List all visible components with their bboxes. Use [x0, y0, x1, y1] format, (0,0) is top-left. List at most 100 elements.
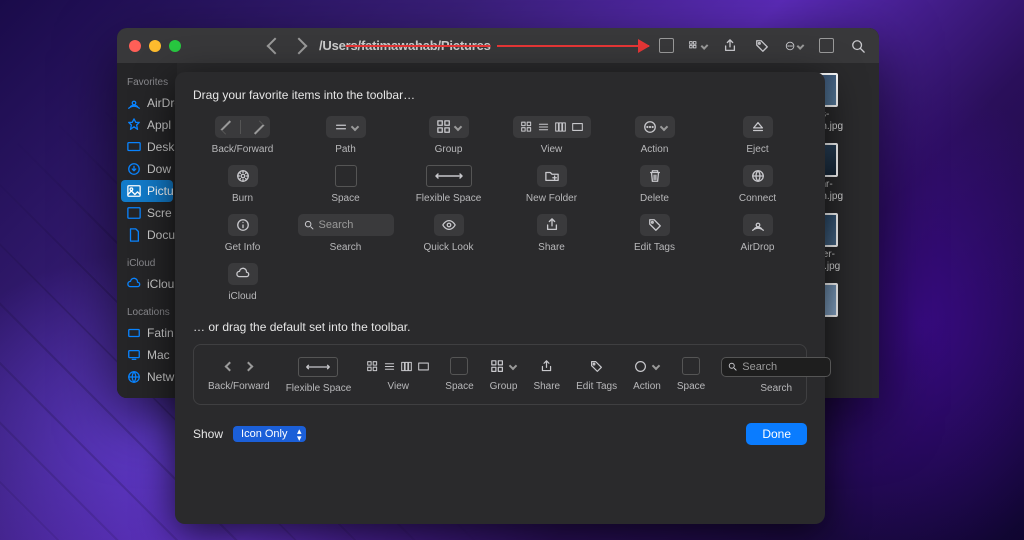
- palette-label: iCloud: [228, 291, 256, 302]
- sidebar: Favorites AirDro Appl Desk Dow Pictu Scr…: [117, 63, 177, 398]
- palette-airdrop[interactable]: AirDrop: [708, 214, 807, 253]
- palette-search[interactable]: Search Search: [296, 214, 395, 253]
- annotation-arrow: [497, 45, 649, 47]
- nav-back-icon[interactable]: [267, 37, 284, 54]
- palette-space[interactable]: Space: [296, 165, 395, 204]
- default-view[interactable]: View: [367, 357, 429, 392]
- palette-path[interactable]: Path: [296, 116, 395, 155]
- default-label: Search: [760, 383, 792, 394]
- default-label: Flexible Space: [286, 383, 352, 394]
- palette-label: Burn: [232, 193, 253, 204]
- sidebar-item-label: AirDro: [147, 96, 177, 110]
- palette-label: Get Info: [225, 242, 261, 253]
- palette-label: Path: [335, 144, 356, 155]
- sidebar-item-network[interactable]: Netw: [117, 366, 177, 388]
- sidebar-item-label: Mac: [147, 348, 170, 362]
- palette-label: Eject: [746, 144, 768, 155]
- show-label: Show: [193, 427, 223, 441]
- path-prefix: /Use: [319, 38, 346, 53]
- sidebar-item-label: Appl: [147, 118, 171, 132]
- palette-group[interactable]: Group: [399, 116, 498, 155]
- zoom-window-button[interactable]: [169, 40, 181, 52]
- default-group[interactable]: Group: [490, 357, 518, 392]
- default-flexible-space[interactable]: Flexible Space: [286, 357, 352, 394]
- default-edit-tags[interactable]: Edit Tags: [576, 357, 617, 392]
- group-icon[interactable]: [689, 37, 707, 55]
- sidebar-item-label: Fatin: [147, 326, 174, 340]
- default-label: Share: [533, 381, 560, 392]
- default-action[interactable]: Action: [633, 357, 661, 392]
- sheet-title: Drag your favorite items into the toolba…: [193, 88, 807, 102]
- palette-eject[interactable]: Eject: [708, 116, 807, 155]
- palette-delete[interactable]: Delete: [605, 165, 704, 204]
- default-label: Space: [677, 381, 705, 392]
- sidebar-item-airdrop[interactable]: AirDro: [117, 92, 177, 114]
- path-display: /Users/fatimawahab/Pictures: [319, 38, 491, 53]
- palette-label: Group: [435, 144, 463, 155]
- palette-burn[interactable]: Burn: [193, 165, 292, 204]
- palette-label: New Folder: [526, 193, 577, 204]
- default-search[interactable]: SearchSearch: [721, 357, 831, 394]
- close-window-button[interactable]: [129, 40, 141, 52]
- sidebar-item-label: Netw: [147, 370, 174, 384]
- palette-back-forward[interactable]: Back/Forward: [193, 116, 292, 155]
- share-icon[interactable]: [721, 37, 739, 55]
- show-select[interactable]: Icon Only ▴▾: [233, 426, 305, 442]
- default-label: Space: [445, 381, 473, 392]
- palette-action[interactable]: Action: [605, 116, 704, 155]
- sidebar-item-applications[interactable]: Appl: [117, 114, 177, 136]
- default-space[interactable]: Space: [445, 357, 473, 392]
- toolbar-slot-icon[interactable]: [657, 37, 675, 55]
- path-struck: rs/fatimawahab/Pictures: [346, 38, 491, 53]
- tags-icon[interactable]: [753, 37, 771, 55]
- done-button[interactable]: Done: [746, 423, 807, 445]
- sidebar-item-label: Pictu: [147, 184, 174, 198]
- sidebar-item-downloads[interactable]: Dow: [117, 158, 177, 180]
- sidebar-item-label: Scre: [147, 206, 172, 220]
- sidebar-item-pictures[interactable]: Pictu: [121, 180, 173, 202]
- default-toolbar-set[interactable]: Back/Forward Flexible Space View Space G…: [193, 344, 807, 405]
- palette-icloud[interactable]: iCloud: [193, 263, 292, 302]
- default-label: Action: [633, 381, 661, 392]
- palette-new-folder[interactable]: New Folder: [502, 165, 601, 204]
- sidebar-item-mac[interactable]: Mac: [117, 344, 177, 366]
- palette-label: Back/Forward: [212, 144, 274, 155]
- palette-label: View: [541, 144, 563, 155]
- palette-quicklook[interactable]: Quick Look: [399, 214, 498, 253]
- minimize-window-button[interactable]: [149, 40, 161, 52]
- default-space2[interactable]: Space: [677, 357, 705, 392]
- palette-label: Share: [538, 242, 565, 253]
- palette-share[interactable]: Share: [502, 214, 601, 253]
- palette-label: Delete: [640, 193, 669, 204]
- sidebar-item-icloud[interactable]: iClou: [117, 273, 177, 295]
- palette-get-info[interactable]: Get Info: [193, 214, 292, 253]
- default-label: Back/Forward: [208, 381, 270, 392]
- palette-connect[interactable]: Connect: [708, 165, 807, 204]
- default-back-forward[interactable]: Back/Forward: [208, 357, 270, 392]
- sidebar-item-screenshots[interactable]: Scre: [117, 202, 177, 224]
- sidebar-heading-icloud: iCloud: [117, 254, 177, 273]
- done-label: Done: [762, 427, 791, 441]
- sidebar-heading-favorites: Favorites: [117, 73, 177, 92]
- palette-label: Action: [641, 144, 669, 155]
- default-label: Group: [490, 381, 518, 392]
- default-label: Edit Tags: [576, 381, 617, 392]
- toolbar-slot2-icon[interactable]: [817, 37, 835, 55]
- palette-edit-tags[interactable]: Edit Tags: [605, 214, 704, 253]
- sidebar-item-disk[interactable]: Fatin: [117, 322, 177, 344]
- palette-flexible-space[interactable]: Flexible Space: [399, 165, 498, 204]
- palette-label: Space: [331, 193, 359, 204]
- palette-view[interactable]: View: [502, 116, 601, 155]
- search-placeholder: Search: [319, 219, 354, 231]
- action-icon[interactable]: [785, 37, 803, 55]
- palette-label: Connect: [739, 193, 776, 204]
- nav-forward-icon[interactable]: [291, 37, 308, 54]
- search-icon[interactable]: [849, 37, 867, 55]
- palette-label: Quick Look: [423, 242, 473, 253]
- default-set-prompt: … or drag the default set into the toolb…: [193, 320, 807, 334]
- sidebar-item-desktop[interactable]: Desk: [117, 136, 177, 158]
- sidebar-item-documents[interactable]: Docu: [117, 224, 177, 246]
- palette-label: Search: [330, 242, 362, 253]
- sidebar-heading-locations: Locations: [117, 303, 177, 322]
- default-share[interactable]: Share: [533, 357, 560, 392]
